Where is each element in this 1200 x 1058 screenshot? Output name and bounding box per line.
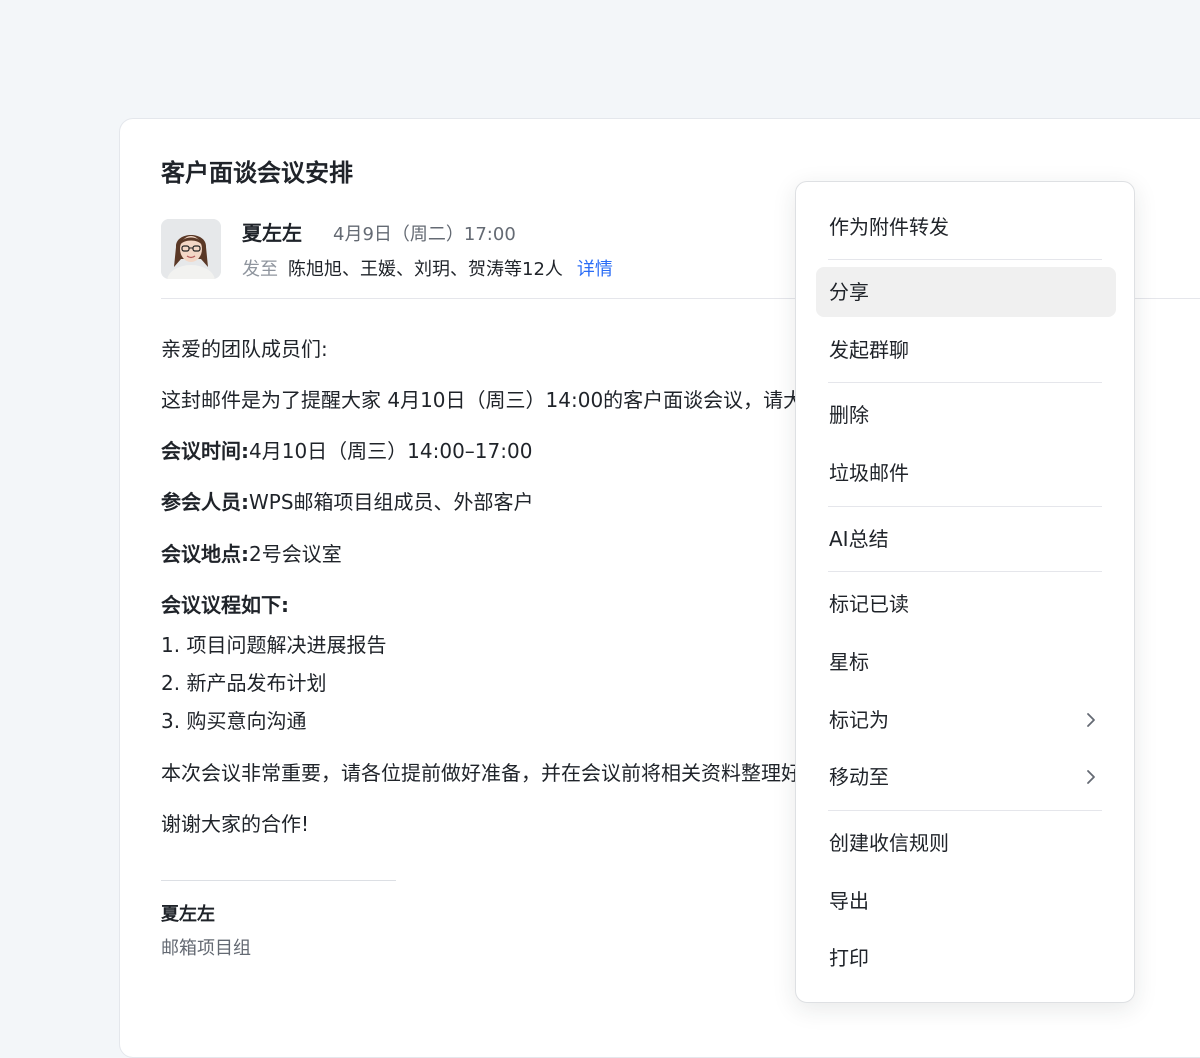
location-line: 会议地点:2号会议室 [161,538,342,567]
menu-item-delete[interactable]: 删除 [816,390,1116,440]
greeting: 亲爱的团队成员们: [161,337,328,361]
agenda-item: 1. 项目问题解决进展报告 [161,633,387,657]
agenda-title: 会议议程如下: [161,593,289,617]
to-label: 发至 [242,259,278,280]
signature-name: 夏左左 [161,904,215,925]
menu-item-forward-as-attachment[interactable]: 作为附件转发 [816,202,1116,252]
attendees-line: 参会人员:WPS邮箱项目组成员、外部客户 [161,486,534,515]
avatar-portrait-icon [161,219,221,279]
details-link[interactable]: 详情 [577,259,613,280]
location-value: 2号会议室 [249,542,342,566]
menu-item-start-group-chat[interactable]: 发起群聊 [816,325,1116,375]
menu-item-spam[interactable]: 垃圾邮件 [816,448,1116,498]
menu-separator [828,506,1102,507]
agenda-item: 3. 购买意向沟通 [161,709,307,733]
thanks-line: 谢谢大家的合作! [161,812,310,836]
sender-name[interactable]: 夏左左 [242,217,302,246]
menu-item-share[interactable]: 分享 [816,267,1116,317]
meeting-time-value: 4月10日（周三）14:00–17:00 [249,439,533,463]
menu-item-label: 标记为 [829,708,889,732]
menu-separator [828,259,1102,260]
signature-team: 邮箱项目组 [161,938,251,959]
meeting-time-label: 会议时间: [161,439,249,463]
recipients-row: 发至 陈旭旭、王媛、刘玥、贺涛等12人 详情 [242,255,613,281]
email-subject: 客户面谈会议安排 [161,159,353,187]
menu-item-mark-as[interactable]: 标记为 [816,695,1116,745]
menu-item-create-rule[interactable]: 创建收信规则 [816,818,1116,868]
menu-item-mark-read[interactable]: 标记已读 [816,579,1116,629]
signature-divider [161,880,396,881]
meeting-time-line: 会议时间:4月10日（周三）14:00–17:00 [161,435,532,464]
location-label: 会议地点: [161,542,249,566]
menu-item-star[interactable]: 星标 [816,637,1116,687]
agenda-item: 2. 新产品发布计划 [161,671,327,695]
attendees-label: 参会人员: [161,490,249,514]
menu-separator [828,571,1102,572]
menu-separator [828,810,1102,811]
menu-item-move-to[interactable]: 移动至 [816,752,1116,802]
menu-item-print[interactable]: 打印 [816,933,1116,983]
menu-separator [828,382,1102,383]
menu-item-export[interactable]: 导出 [816,876,1116,926]
chevron-right-icon [1087,713,1095,727]
chevron-right-icon [1087,770,1095,784]
closing-paragraph: 本次会议非常重要，请各位提前做好准备，并在会议前将相关资料整理好并打印会 [161,761,881,785]
avatar[interactable] [161,219,221,279]
attendees-value: WPS邮箱项目组成员、外部客户 [249,490,534,514]
sent-time: 4月9日（周二）17:00 [333,224,516,245]
context-menu: 作为附件转发 分享 发起群聊 删除 垃圾邮件 AI总结 标记已读 星标 标记为 … [795,181,1135,1003]
menu-item-ai-summary[interactable]: AI总结 [816,514,1116,564]
recipient-list: 陈旭旭、王媛、刘玥、贺涛等12人 [288,259,563,280]
menu-item-label: 移动至 [829,765,889,789]
